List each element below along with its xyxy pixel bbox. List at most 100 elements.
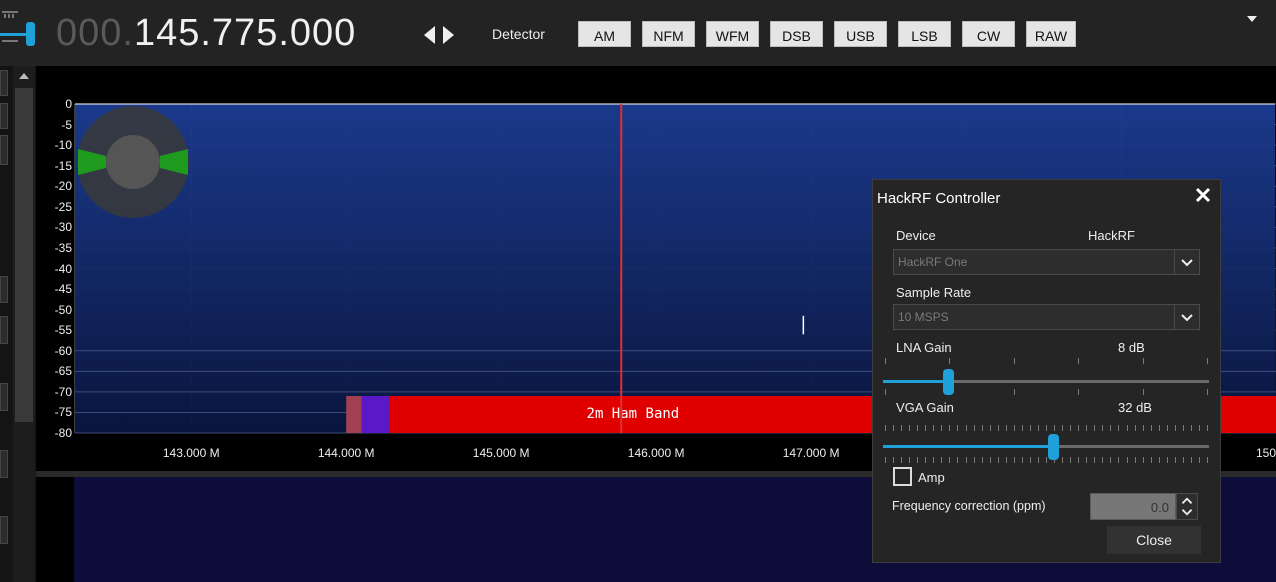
slider-tick <box>1142 425 1144 431</box>
amp-label: Amp <box>918 470 945 485</box>
slider-tick <box>1166 425 1168 431</box>
slider-tick <box>965 457 967 463</box>
slider-tick <box>1182 457 1184 463</box>
slider-tick <box>1134 457 1136 463</box>
slider-tick <box>1037 425 1039 431</box>
slider-tick <box>1070 457 1072 463</box>
slider-tick <box>1078 457 1080 463</box>
chevron-down-icon[interactable] <box>1174 250 1199 274</box>
x-tick-label: 144.000 M <box>317 446 375 460</box>
slider-tick <box>1207 425 1208 431</box>
slider-tick <box>909 425 911 431</box>
slider-tick <box>1198 425 1200 431</box>
close-icon[interactable] <box>1194 186 1212 204</box>
slider-tick <box>1005 425 1007 431</box>
slider-tick <box>957 425 959 431</box>
slider-tick <box>933 457 935 463</box>
slider-tick <box>1110 425 1112 431</box>
slider-tick <box>1126 457 1128 463</box>
device-name: HackRF <box>1088 228 1135 243</box>
device-label: Device <box>896 228 936 243</box>
slider-tick <box>1150 425 1152 431</box>
slider-tick <box>973 457 975 463</box>
y-tick-label: -70 <box>54 384 72 399</box>
slider-tick <box>1078 358 1080 364</box>
slider-tick <box>1110 457 1112 463</box>
slider-tick <box>941 457 943 463</box>
hackrf-controller-dialog: HackRF Controller Device HackRF HackRF O… <box>872 179 1221 563</box>
x-tick-label: 146.000 M <box>627 446 685 460</box>
slider-tick <box>1166 457 1168 463</box>
slider-tick <box>1086 425 1088 431</box>
vga-gain-slider-fill <box>883 445 1053 448</box>
vga-gain-slider[interactable] <box>883 445 1209 448</box>
frequency-correction-input[interactable]: 0.0 <box>1090 493 1176 520</box>
y-tick-label: -10 <box>54 138 72 153</box>
slider-tick <box>1078 389 1080 395</box>
slider-tick <box>1046 457 1047 463</box>
slider-tick <box>997 457 999 463</box>
slider-tick <box>1118 425 1120 431</box>
device-select[interactable]: HackRF One <box>893 249 1200 275</box>
lna-gain-slider[interactable] <box>883 380 1209 383</box>
slider-tick <box>1207 358 1208 364</box>
vga-gain-value: 32 dB <box>1118 400 1152 415</box>
slider-tick <box>885 425 886 431</box>
slider-tick <box>1013 425 1015 431</box>
slider-tick <box>1182 425 1184 431</box>
x-tick-label: 143.000 M <box>162 446 220 460</box>
slider-tick <box>957 457 959 463</box>
y-tick-label: -40 <box>54 261 72 276</box>
slider-tick <box>1174 457 1176 463</box>
band-plan-segment <box>346 396 362 433</box>
slider-tick <box>885 457 886 463</box>
vga-gain-slider-handle[interactable] <box>1047 434 1059 460</box>
waterfall-margin <box>36 477 74 582</box>
slider-tick <box>1013 389 1015 395</box>
sample-rate-value: 10 MSPS <box>898 310 949 324</box>
y-tick-label: -5 <box>61 117 72 132</box>
slider-tick <box>1046 425 1047 431</box>
device-select-value: HackRF One <box>898 255 968 269</box>
slider-tick <box>1005 457 1007 463</box>
slider-tick <box>917 425 919 431</box>
slider-tick <box>1142 457 1144 463</box>
slider-tick <box>1190 425 1192 431</box>
slider-tick <box>965 425 967 431</box>
y-tick-label: -15 <box>54 158 72 173</box>
slider-tick <box>1102 457 1104 463</box>
slider-tick <box>1150 457 1152 463</box>
y-tick-label: 0 <box>65 97 72 111</box>
slider-tick <box>1207 457 1208 463</box>
lna-gain-slider-fill <box>883 380 949 383</box>
slider-tick <box>925 425 927 431</box>
lna-gain-slider-handle[interactable] <box>943 369 955 395</box>
amp-checkbox[interactable] <box>893 467 912 486</box>
y-tick-label: -20 <box>54 179 72 194</box>
slider-tick <box>1086 457 1088 463</box>
lna-gain-label: LNA Gain <box>896 340 952 355</box>
slider-tick <box>1013 457 1015 463</box>
x-tick-label: 147.000 M <box>782 446 840 460</box>
lna-gain-value: 8 dB <box>1118 340 1145 355</box>
spin-buttons-icon[interactable] <box>1176 493 1198 520</box>
band-plan-label: 2m Ham Band <box>587 406 680 422</box>
sample-rate-select[interactable]: 10 MSPS <box>893 304 1200 330</box>
slider-tick <box>997 425 999 431</box>
close-button[interactable]: Close <box>1107 526 1201 554</box>
slider-tick <box>1190 457 1192 463</box>
y-tick-label: -80 <box>54 426 72 440</box>
vga-gain-label: VGA Gain <box>896 400 954 415</box>
slider-tick <box>1078 425 1080 431</box>
y-tick-label: -30 <box>54 220 72 235</box>
slider-tick <box>1029 425 1031 431</box>
slider-tick <box>989 457 991 463</box>
band-plan-segment <box>361 396 389 433</box>
y-tick-label: -25 <box>54 199 72 214</box>
slider-tick <box>949 457 951 463</box>
slider-tick <box>901 425 903 431</box>
slider-tick <box>1029 457 1031 463</box>
y-tick-label: -45 <box>54 282 72 297</box>
chevron-down-icon[interactable] <box>1174 305 1199 329</box>
slider-tick <box>1070 425 1072 431</box>
